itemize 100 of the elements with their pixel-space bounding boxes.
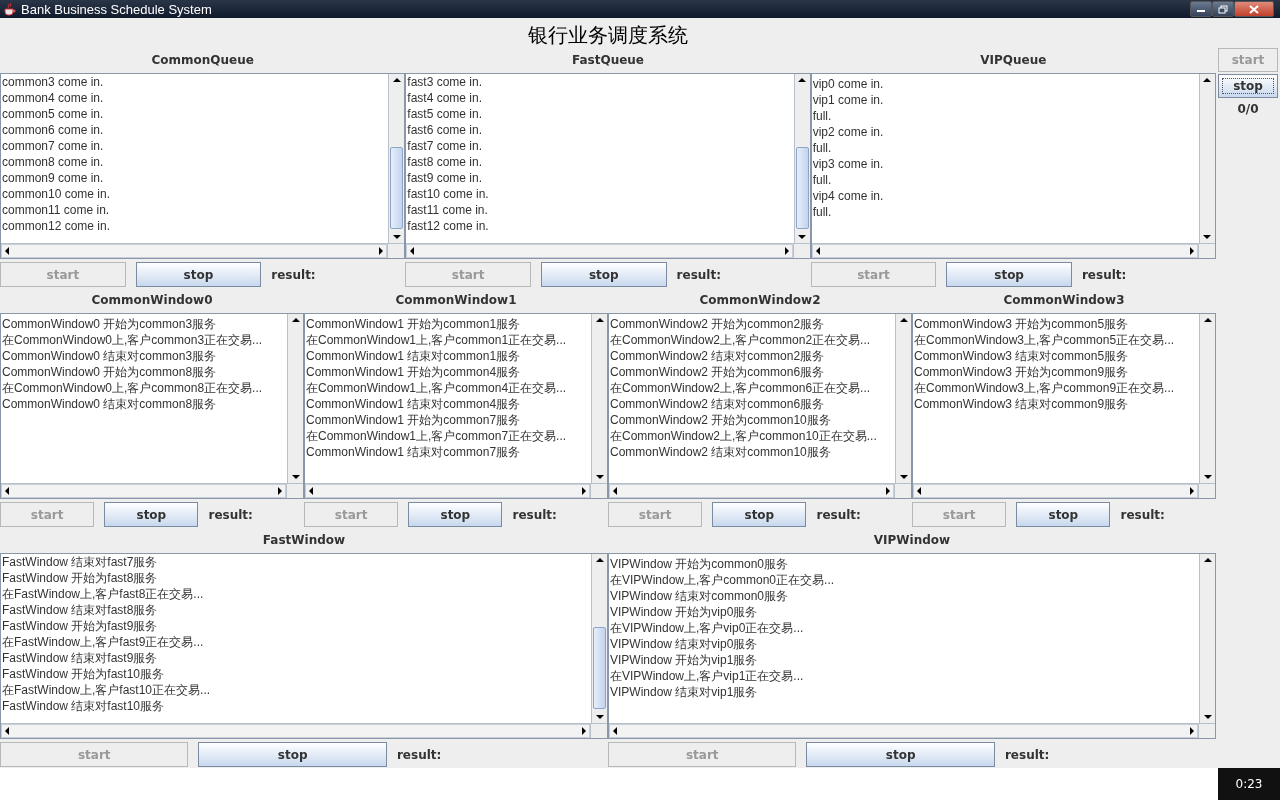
vertical-scrollbar[interactable] <box>591 313 607 484</box>
vertical-scrollbar[interactable] <box>1199 553 1215 724</box>
horizontal-scrollbar[interactable] <box>1 244 388 259</box>
left-arrow-icon <box>917 487 921 496</box>
time-display: 0:23 <box>1218 768 1280 800</box>
result-label: result: <box>1004 747 1050 762</box>
log-line: 在CommonWindow1上,客户common7正在交易... <box>305 427 568 444</box>
vertical-scrollbar[interactable] <box>287 313 303 484</box>
log-line: common4 come in. <box>1 89 105 106</box>
panel-title: CommonWindow3 <box>1003 293 1125 308</box>
log-line: fast5 come in. <box>406 105 484 122</box>
action-button[interactable]: stop <box>104 502 199 528</box>
right-arrow-icon <box>1190 487 1194 496</box>
scroll-thumb[interactable] <box>593 627 606 710</box>
scroll-thumb[interactable] <box>390 147 404 230</box>
log-line: VIPWindow 结束对vip0服务 <box>609 635 759 652</box>
vertical-scrollbar[interactable] <box>388 73 405 244</box>
horizontal-scrollbar[interactable] <box>811 244 1198 259</box>
panel-title: CommonQueue <box>151 53 254 68</box>
log-line: 在CommonWindow2上,客户common6正在交易... <box>609 379 872 396</box>
log-line: FastWindow 开始为fast9服务 <box>1 617 159 634</box>
left-arrow-icon <box>5 727 9 736</box>
action-button[interactable]: stop <box>198 742 387 768</box>
log-line: fast11 come in. <box>406 201 489 218</box>
result-label: result: <box>1120 507 1165 522</box>
vertical-scrollbar[interactable] <box>591 553 607 724</box>
vertical-scrollbar[interactable] <box>895 313 911 484</box>
result-label: result: <box>816 507 861 522</box>
right-arrow-icon <box>582 487 586 496</box>
minimize-button[interactable] <box>1190 1 1212 17</box>
log-line: fast3 come in. <box>406 73 484 90</box>
up-arrow-icon <box>291 317 300 322</box>
log-line: CommonWindow0 开始为common3服务 <box>1 315 218 332</box>
action-button[interactable]: stop <box>806 742 995 768</box>
log-line: vip4 come in. <box>811 187 885 204</box>
log-line: 在FastWindow上,客户fast9正在交易... <box>1 633 205 650</box>
log-line: VIPWindow 结束对vip1服务 <box>609 683 759 700</box>
horizontal-scrollbar[interactable] <box>913 484 1198 499</box>
log-line: common10 come in. <box>1 185 112 202</box>
action-button[interactable]: stop <box>135 262 262 288</box>
log-line: CommonWindow1 结束对common4服务 <box>305 395 522 412</box>
log-line: FastWindow 结束对fast9服务 <box>1 649 159 666</box>
left-arrow-icon <box>410 247 415 256</box>
panel-title: CommonWindow1 <box>395 293 517 308</box>
scroll-thumb[interactable] <box>795 147 809 230</box>
log-line: 在CommonWindow1上,客户common4正在交易... <box>305 379 568 396</box>
log-line: CommonWindow3 开始为common9服务 <box>913 363 1130 380</box>
log-line: CommonWindow2 开始为common2服务 <box>609 315 826 332</box>
log-line: 在CommonWindow2上,客户common2正在交易... <box>609 331 872 348</box>
log-line: fast4 come in. <box>406 89 484 106</box>
action-button[interactable]: stop <box>408 502 503 528</box>
down-arrow-icon <box>291 475 300 480</box>
log-line: common8 come in. <box>1 153 105 170</box>
maximize-button[interactable] <box>1212 1 1234 17</box>
log-line: full. <box>811 107 833 124</box>
app-heading: 银行业务调度系统 <box>528 22 688 48</box>
log-line: vip3 come in. <box>811 155 885 172</box>
log-line: 在VIPWindow上,客户common0正在交易... <box>609 571 836 588</box>
log-line: FastWindow 开始为fast10服务 <box>1 665 166 682</box>
log-line: common3 come in. <box>1 73 105 90</box>
up-arrow-icon <box>1203 77 1212 82</box>
log-line: fast12 come in. <box>406 217 490 234</box>
window-title: Bank Business Schedule System <box>21 1 212 17</box>
up-arrow-icon <box>392 77 401 82</box>
result-label: result: <box>676 267 721 282</box>
log-line: CommonWindow1 结束对common1服务 <box>305 347 522 364</box>
vertical-scrollbar[interactable] <box>1199 313 1215 484</box>
panel-title: VIPWindow <box>873 533 951 548</box>
horizontal-scrollbar[interactable] <box>305 484 590 499</box>
action-button[interactable]: stop <box>540 262 667 288</box>
result-label: result: <box>208 507 253 522</box>
log-line: 在FastWindow上,客户fast8正在交易... <box>1 585 205 602</box>
action-button[interactable]: stop <box>1218 74 1278 98</box>
log-line: full. <box>811 171 833 188</box>
horizontal-scrollbar[interactable] <box>1 484 286 499</box>
close-button[interactable] <box>1234 1 1274 17</box>
up-arrow-icon <box>595 317 604 322</box>
horizontal-scrollbar[interactable] <box>609 484 894 499</box>
result-label: result: <box>271 267 316 282</box>
right-arrow-icon <box>582 727 586 736</box>
down-arrow-icon <box>899 475 908 480</box>
horizontal-scrollbar[interactable] <box>406 244 793 259</box>
horizontal-scrollbar[interactable] <box>609 724 1198 739</box>
log-line: CommonWindow1 开始为common1服务 <box>305 315 522 332</box>
left-arrow-icon <box>815 247 820 256</box>
down-arrow-icon <box>595 475 604 480</box>
log-line: common12 come in. <box>1 217 112 234</box>
horizontal-scrollbar[interactable] <box>1 724 590 739</box>
result-label: result: <box>512 507 557 522</box>
up-arrow-icon <box>1203 557 1212 562</box>
down-arrow-icon <box>1203 715 1212 720</box>
panel-title: CommonWindow0 <box>91 293 213 308</box>
log-line: 在CommonWindow2上,客户common10正在交易... <box>609 427 878 444</box>
action-button[interactable]: stop <box>1016 502 1111 528</box>
action-button[interactable]: stop <box>712 502 807 528</box>
right-arrow-icon <box>1190 247 1194 256</box>
action-button[interactable]: stop <box>946 262 1072 288</box>
down-arrow-icon <box>595 715 604 720</box>
log-line: common5 come in. <box>1 105 105 122</box>
right-arrow-icon <box>379 247 384 256</box>
